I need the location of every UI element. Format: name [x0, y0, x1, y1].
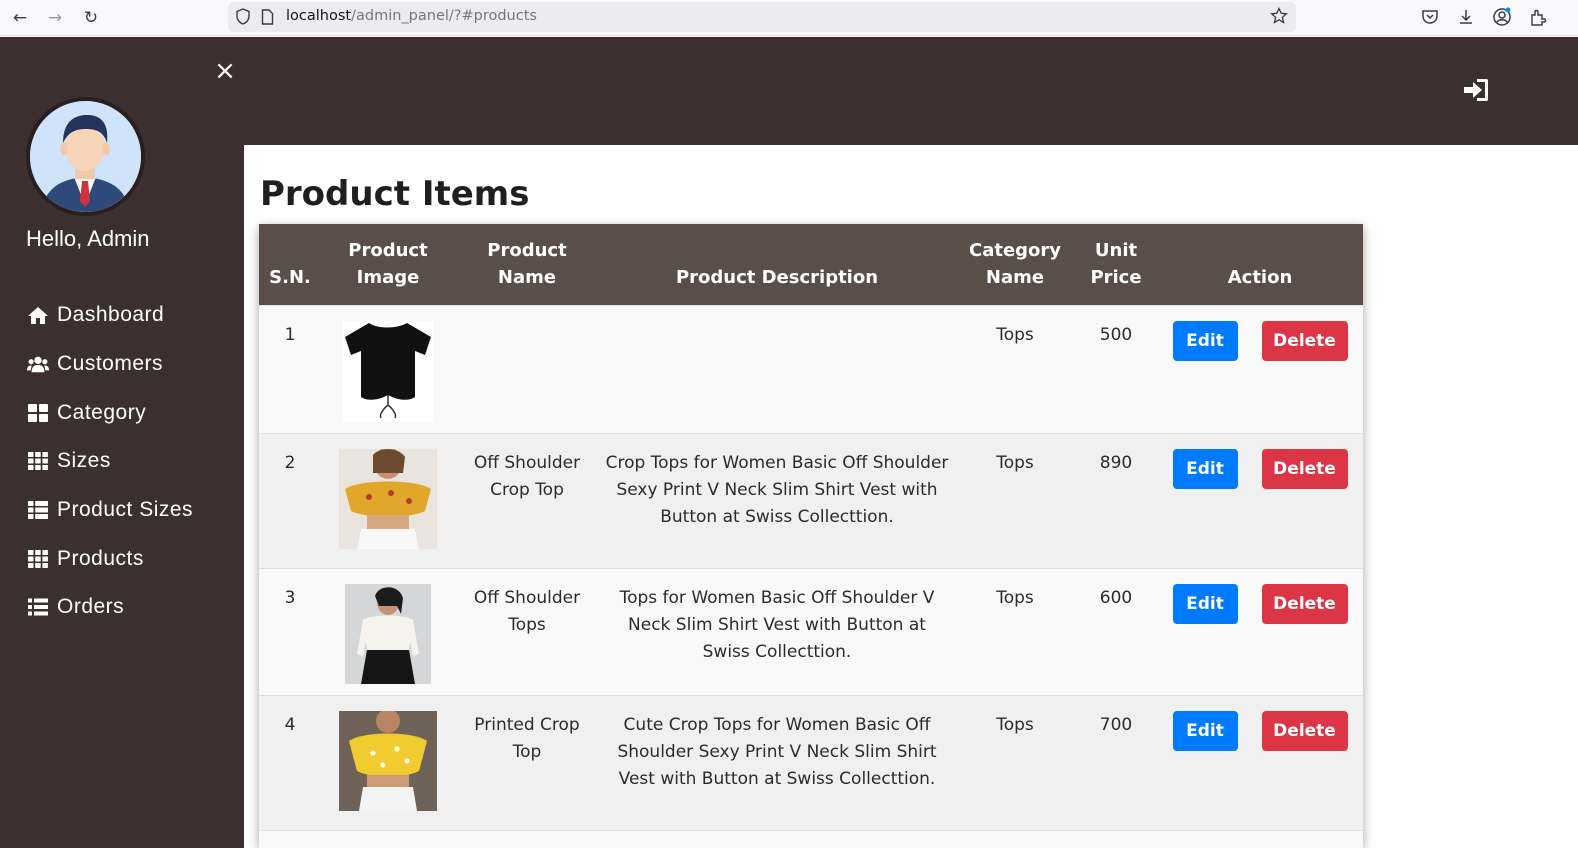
cell-actions: Edit Delete: [1157, 567, 1363, 695]
admin-avatar-image: [30, 101, 141, 212]
reload-icon[interactable]: ↻: [78, 6, 104, 30]
cell-name: Printed Crop Top: [455, 694, 599, 830]
cell-price: 600: [1075, 567, 1157, 695]
sidebar-item-products[interactable]: Products: [27, 544, 144, 574]
sidebar-item-label: Orders: [57, 595, 125, 618]
table-row: 1 Tops 500 Edit Delete: [259, 304, 1363, 433]
address-bar[interactable]: localhost/admin_panel/?#products: [228, 2, 1296, 32]
greeting-text: Hello, Admin: [26, 226, 150, 251]
delete-button[interactable]: Delete: [1261, 710, 1348, 751]
cell-image: [321, 304, 455, 433]
browser-toolbar: ← → ↻ localhost/admin_panel/?#products: [0, 0, 1578, 36]
edit-button[interactable]: Edit: [1172, 583, 1238, 624]
table-row: 4 Printed Crop Top Cute Crop Tops for Wo…: [259, 694, 1363, 830]
cell-sn: 1: [259, 304, 321, 433]
column-header-sn: S.N.: [259, 224, 321, 305]
cell-actions: Edit Delete: [1157, 694, 1363, 830]
sidebar-item-label: Products: [57, 547, 144, 570]
cell-image: [321, 694, 455, 830]
pocket-icon[interactable]: [1420, 7, 1440, 27]
th-icon: [28, 550, 48, 568]
product-image: [339, 320, 437, 421]
delete-button[interactable]: Delete: [1261, 448, 1348, 489]
cell-actions: Edit Delete: [1157, 304, 1363, 433]
product-image: [339, 708, 437, 811]
cell-description: Tops for Women Basic Off Shoulder V Neck…: [599, 567, 955, 695]
bookmark-star-icon[interactable]: [1270, 7, 1288, 25]
column-header-image: Product Image: [321, 224, 455, 305]
products-table-container: S.N. Product Image Product Name Product …: [259, 224, 1363, 848]
cell-category: Tops: [955, 432, 1075, 568]
sidebar-item-category[interactable]: Category: [27, 398, 146, 428]
edit-button[interactable]: Edit: [1172, 320, 1238, 361]
products-table: S.N. Product Image Product Name Product …: [259, 224, 1363, 848]
column-header-action: Action: [1157, 224, 1363, 305]
sidebar-item-customers[interactable]: Customers: [27, 349, 163, 379]
cell-image: [321, 432, 455, 568]
sidebar-item-orders[interactable]: Orders: [27, 592, 124, 622]
url-text: localhost/admin_panel/?#products: [286, 8, 537, 24]
product-image: [339, 583, 437, 684]
sidebar-item-label: Product Sizes: [57, 498, 194, 521]
sign-in-icon[interactable]: [1462, 77, 1490, 103]
extensions-icon[interactable]: [1528, 7, 1548, 27]
th-icon: [28, 452, 48, 470]
close-icon[interactable]: ×: [214, 58, 236, 84]
cell-image: [321, 567, 455, 695]
avatar: [26, 97, 145, 216]
sidebar-item-label: Sizes: [57, 449, 111, 472]
forward-icon[interactable]: →: [42, 6, 68, 30]
users-icon: [27, 356, 49, 373]
cell-price: 500: [1075, 304, 1157, 433]
cell-sn: 4: [259, 694, 321, 830]
sidebar-item-product-sizes[interactable]: Product Sizes: [27, 495, 193, 525]
table-header-row: S.N. Product Image Product Name Product …: [259, 224, 1363, 305]
delete-button[interactable]: Delete: [1261, 320, 1348, 361]
download-icon[interactable]: [1456, 7, 1476, 27]
sidebar-item-label: Category: [57, 401, 147, 424]
cell-description: Crop Tops for Women Basic Off Shoulder S…: [599, 432, 955, 568]
page-icon: [261, 9, 274, 25]
cell-category: Tops: [955, 694, 1075, 830]
edit-button[interactable]: Edit: [1172, 710, 1238, 751]
table-row: 2 Off Shoulder Crop Top Crop Tops for Wo…: [259, 432, 1363, 568]
column-header-category: Category Name: [955, 224, 1075, 305]
cell-description: [599, 304, 955, 433]
cell-price: 890: [1075, 432, 1157, 568]
cell-category: Tops: [955, 304, 1075, 433]
sidebar-item-dashboard[interactable]: Dashboard: [27, 300, 164, 330]
cell-name: Off Shoulder Tops: [455, 567, 599, 695]
account-icon[interactable]: [1492, 7, 1512, 27]
home-icon: [28, 307, 48, 324]
product-image: [339, 446, 437, 549]
cell-name: [455, 304, 599, 433]
column-header-name: Product Name: [455, 224, 599, 305]
th-list-icon: [28, 501, 48, 519]
cell-price: 700: [1075, 694, 1157, 830]
cell-sn: 3: [259, 567, 321, 695]
top-header: [244, 37, 1578, 145]
table-row: [259, 829, 1363, 848]
page-title: Product Items: [260, 174, 530, 214]
delete-button[interactable]: Delete: [1261, 583, 1348, 624]
sidebar-item-label: Customers: [57, 352, 164, 375]
cell-name: Off Shoulder Crop Top: [455, 432, 599, 568]
column-header-price: Unit Price: [1075, 224, 1157, 305]
table-row: 3 Off Shoulder Tops Tops for Women Basic…: [259, 567, 1363, 695]
sidebar-item-label: Dashboard: [57, 303, 165, 326]
sidebar-item-sizes[interactable]: Sizes: [27, 446, 111, 476]
th-large-icon: [28, 404, 48, 422]
cell-actions: Edit Delete: [1157, 432, 1363, 568]
column-header-description: Product Description: [599, 224, 955, 305]
cell-sn: 2: [259, 432, 321, 568]
back-icon[interactable]: ←: [7, 6, 33, 30]
edit-button[interactable]: Edit: [1172, 448, 1238, 489]
shield-icon: [236, 8, 250, 25]
list-icon: [28, 598, 48, 616]
cell-description: Cute Crop Tops for Women Basic Off Shoul…: [599, 694, 955, 830]
cell-category: Tops: [955, 567, 1075, 695]
